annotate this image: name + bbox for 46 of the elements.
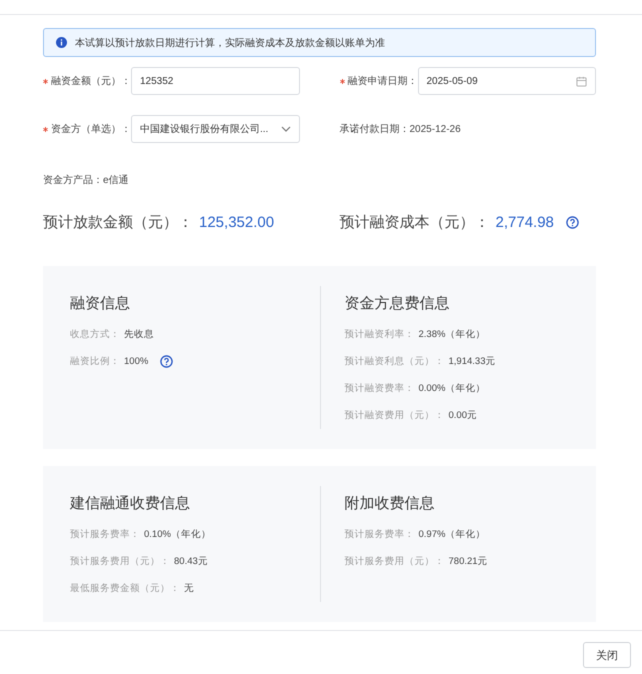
info-label: 预计服务费率： xyxy=(344,528,414,541)
amount-field[interactable]: 125352 xyxy=(131,67,300,95)
info-value: 1,914.33元 xyxy=(448,355,496,368)
section-title: 资金方息费信息 xyxy=(344,294,450,313)
info-value: 2.38%（年化） xyxy=(418,328,486,341)
calendar-icon xyxy=(576,76,587,86)
info-label: 预计服务费用（元）： xyxy=(344,555,444,568)
info-value: 80.43元 xyxy=(174,555,208,568)
info-label: 预计服务费率： xyxy=(70,528,140,541)
info-label: 预计融资利息（元）： xyxy=(344,355,444,368)
info-label: 融资比例： xyxy=(70,355,120,368)
date-field[interactable]: 2025-05-09 xyxy=(418,67,596,95)
info-value: 先收息 xyxy=(124,328,154,341)
info-label: 预计服务费用（元）： xyxy=(70,555,170,568)
info-value: 0.00元 xyxy=(448,409,477,422)
info-value: 0.10%（年化） xyxy=(144,528,211,541)
field-label: 融资申请日期： xyxy=(348,74,418,88)
info-label: 预计融资利率： xyxy=(344,328,414,341)
product-text: 资金方产品：e信通 xyxy=(43,174,130,187)
summary-value: 125,352.00 xyxy=(199,214,274,231)
field-label: 资金方（单选）： xyxy=(51,122,131,136)
info-label: 收息方式： xyxy=(70,328,120,341)
funder-select[interactable]: 中国建设银行股份有限公司... xyxy=(131,115,300,143)
info-value: 无 xyxy=(184,582,194,595)
info-label: 预计融资费率： xyxy=(344,382,414,395)
info-label: 预计融资费用（元）： xyxy=(344,409,444,422)
info-value: 780.21元 xyxy=(448,555,488,568)
help-icon[interactable] xyxy=(566,216,579,229)
section-title: 附加收费信息 xyxy=(344,494,436,513)
summary-label: 预计融资成本（元）： xyxy=(340,213,490,232)
section-title: 建信融通收费信息 xyxy=(70,494,191,513)
close-button[interactable]: 关闭 xyxy=(583,642,631,668)
summary-label: 预计放款金额（元）： xyxy=(43,213,193,232)
section-title: 融资信息 xyxy=(70,294,131,313)
info-label: 最低服务费金额（元）： xyxy=(70,582,180,595)
info-icon xyxy=(56,37,67,48)
help-icon[interactable] xyxy=(160,355,174,368)
summary-value: 2,774.98 xyxy=(496,214,554,231)
chevron-down-icon xyxy=(280,126,290,132)
field-value: 2025-12-26 xyxy=(410,124,461,134)
info-text: 本试算以预计放款日期进行计算，实际融资成本及放款金额以账单为准 xyxy=(75,36,385,50)
field-label: 承诺付款日期： xyxy=(340,122,410,136)
info-value: 0.00%（年化） xyxy=(418,382,486,395)
field-label: 融资金额（元）： xyxy=(51,74,131,88)
info-value: 0.97%（年化） xyxy=(418,528,486,541)
info-value: 100% xyxy=(124,356,148,367)
